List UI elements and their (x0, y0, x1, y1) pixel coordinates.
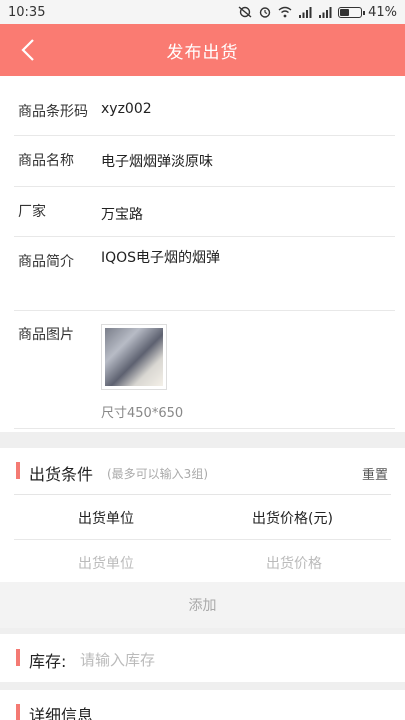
product-photo (105, 328, 163, 386)
back-button[interactable] (14, 36, 42, 64)
chevron-left-icon (21, 39, 34, 61)
maker-row[interactable]: 厂家 万宝路 (14, 187, 395, 237)
section-accent (16, 649, 20, 666)
barcode-label: 商品条形码 (18, 104, 88, 120)
intro-row[interactable]: 商品简介 IQOS电子烟的烟弹 (14, 237, 395, 311)
signal-icon-2 (319, 7, 332, 18)
stock-label: 库存: (29, 652, 67, 671)
page-title: 发布出货 (166, 42, 239, 63)
image-row: 商品图片 (14, 311, 395, 429)
battery-level: 41% (368, 4, 397, 20)
name-row[interactable]: 商品名称 电子烟烟弹淡原味 (14, 136, 395, 187)
name-field[interactable]: 电子烟烟弹淡原味 (101, 151, 213, 171)
intro-label: 商品简介 (18, 254, 74, 270)
col-unit-header: 出货单位 (78, 511, 134, 527)
divider (14, 539, 391, 540)
barcode-field[interactable]: xyz002 (101, 101, 152, 117)
stock-section: 库存: 请输入库存 (0, 634, 405, 682)
battery-icon (338, 6, 366, 18)
signal-icon (299, 7, 312, 18)
wifi-icon (278, 6, 292, 18)
product-image[interactable] (101, 324, 167, 390)
maker-label: 厂家 (18, 204, 46, 220)
status-time: 10:35 (8, 4, 46, 20)
shipping-section: 出货条件 (最多可以输入3组) 重置 出货单位 出货价格(元) 出货单位 出货价… (0, 448, 405, 582)
alarm-icon (259, 7, 271, 18)
maker-field[interactable]: 万宝路 (101, 204, 143, 224)
shipping-table: 出货单位 出货价格(元) 出货单位 出货价格 (14, 494, 391, 582)
intro-textarea[interactable]: IQOS电子烟的烟弹 (101, 247, 220, 267)
shipping-title: 出货条件 (29, 465, 94, 484)
add-button-label: 添加 (188, 598, 217, 614)
status-icons: 41% (238, 5, 397, 20)
add-button[interactable]: 添加 (0, 582, 405, 628)
status-bar: 10:35 41% (0, 0, 405, 24)
unit-input[interactable]: 出货单位 (78, 553, 134, 573)
details-title: 详细信息 (29, 706, 94, 720)
product-form: 商品条形码 xyz002 商品名称 电子烟烟弹淡原味 厂家 万宝路 商品简介 I… (0, 76, 405, 432)
image-size-hint: 尺寸450*650 (101, 406, 184, 421)
details-section: 详细信息 (0, 690, 405, 720)
app-header: 发布出货 (0, 24, 405, 76)
image-label: 商品图片 (18, 327, 74, 343)
section-accent (16, 462, 20, 479)
name-label: 商品名称 (18, 153, 74, 169)
sync-off-icon (238, 6, 252, 18)
shipping-hint: (最多可以输入3组) (107, 467, 208, 481)
barcode-row[interactable]: 商品条形码 xyz002 (14, 86, 395, 136)
section-accent (16, 704, 20, 720)
stock-input[interactable]: 请输入库存 (80, 649, 155, 670)
col-price-header: 出货价格(元) (252, 511, 333, 527)
reset-button[interactable]: 重置 (362, 464, 388, 483)
price-input[interactable]: 出货价格 (266, 553, 322, 573)
